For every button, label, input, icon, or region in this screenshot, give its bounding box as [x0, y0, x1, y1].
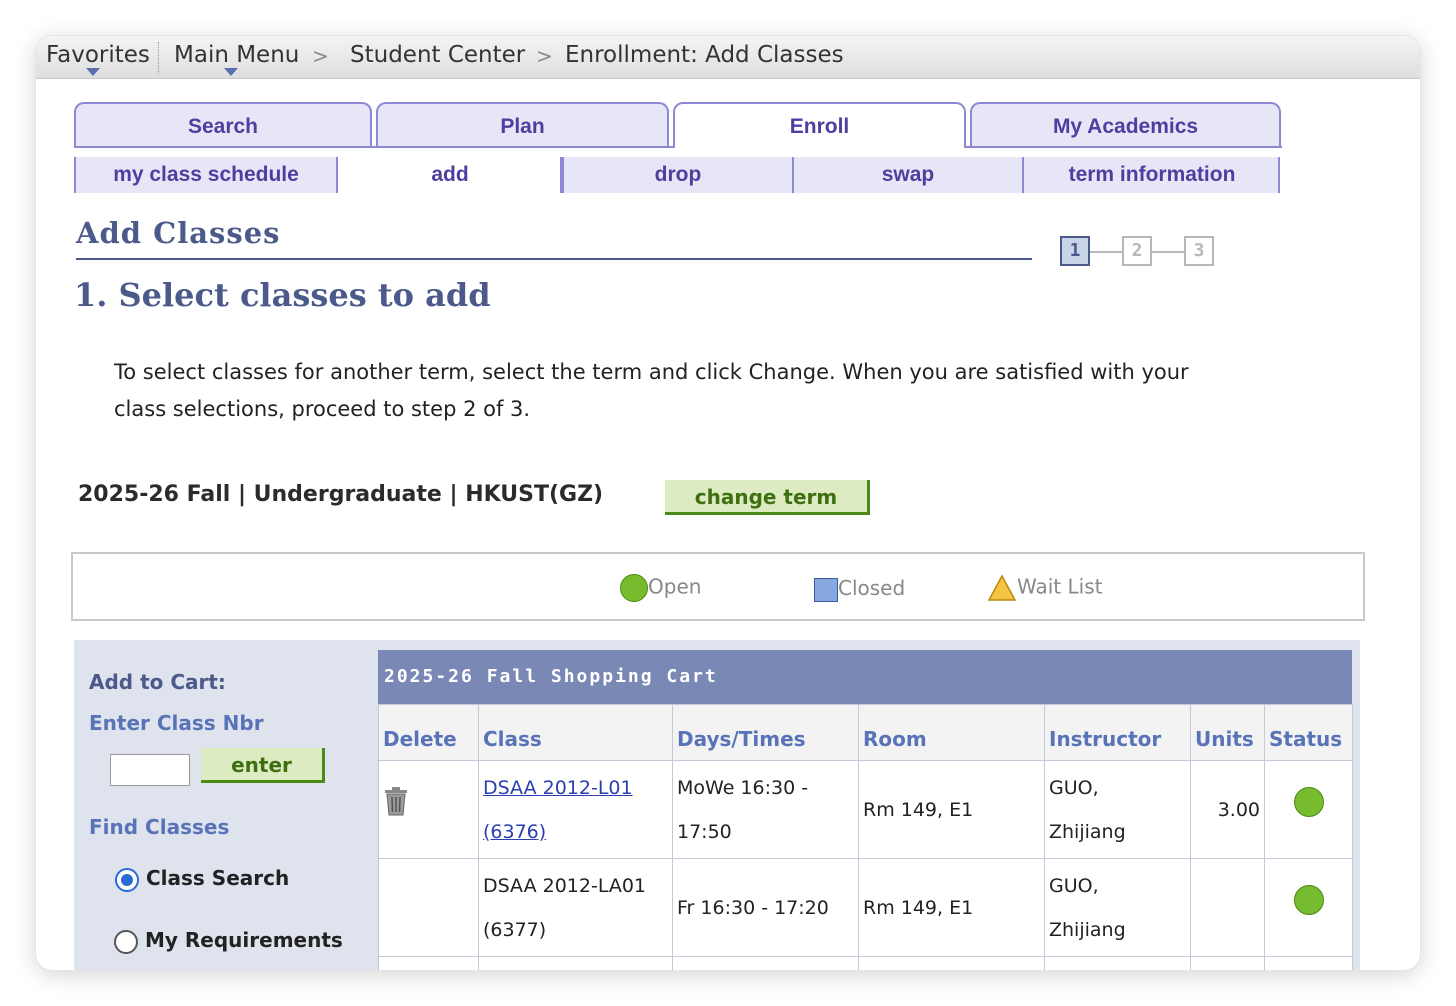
status-cell [1264, 760, 1353, 859]
legend-wait-list-label: Wait List [1017, 574, 1103, 599]
step-indicator-1: 1 [1060, 236, 1090, 266]
instructor-first-name: Zhijiang [1049, 918, 1126, 941]
units-cell [1190, 858, 1265, 957]
column-header-instructor: Instructor [1044, 704, 1191, 761]
shopping-cart-panel: 2025-26 Fall Shopping Cart Delete Class … [378, 640, 1360, 970]
instructor-first-name: Zhijiang [1049, 820, 1126, 843]
column-header-days-times: Days/Times [672, 704, 859, 761]
legend-closed-label: Closed [838, 576, 906, 600]
days-times-cell: MoWe 16:30 - 17:50 [672, 760, 859, 859]
breadcrumb-current-page: Enrollment: Add Classes [565, 42, 844, 68]
favorites-menu[interactable]: Favorites [46, 42, 150, 68]
column-header-status: Status [1264, 704, 1353, 761]
main-menu[interactable]: Main Menu [174, 42, 299, 68]
open-status-icon [1293, 884, 1324, 915]
breadcrumb-divider [158, 42, 159, 74]
my-requirements-label: My Requirements [145, 928, 343, 952]
class-search-label: Class Search [146, 866, 290, 890]
breadcrumb: Favorites Main Menu > Student Center > E… [36, 36, 1420, 79]
days-times-cell: Fr 16:30 - 17:20 [672, 858, 859, 957]
status-cell [1264, 858, 1353, 957]
tab-plan[interactable]: Plan [376, 102, 669, 147]
table-header-row: Delete Class Days/Times Room Instructor … [378, 704, 1353, 761]
subtab-my-class-schedule[interactable]: my class schedule [74, 157, 336, 193]
add-to-cart-heading: Add to Cart: [89, 670, 226, 694]
legend-open: Open [620, 574, 701, 602]
page-title: Add Classes [76, 216, 281, 250]
instructor-last-name: GUO, [1049, 776, 1099, 799]
instructor-cell: GUO, Zhijiang [1044, 760, 1191, 859]
breadcrumb-chevron-icon: > [536, 44, 553, 68]
favorites-dropdown-icon[interactable] [86, 68, 100, 76]
step-indicator-3: 3 [1184, 236, 1214, 266]
step-connector [1090, 251, 1122, 253]
current-term: 2025-26 Fall | Undergraduate | HKUST(GZ) [78, 482, 604, 507]
open-status-icon [1293, 786, 1324, 817]
status-legend: Open Closed Wait List [71, 552, 1365, 621]
room-cell: Rm 149, E1 [858, 760, 1045, 859]
add-to-cart-panel: Add to Cart: Enter Class Nbr enter Find … [74, 640, 378, 970]
shopping-cart-title: 2025-26 Fall Shopping Cart [378, 650, 1352, 704]
subtab-add[interactable]: add [336, 157, 562, 193]
column-header-class: Class [478, 704, 673, 761]
class-search-radio[interactable] [115, 868, 139, 892]
open-status-icon [620, 574, 648, 602]
wait-list-icon [987, 574, 1017, 601]
instructor-last-name: GUO, [1049, 874, 1099, 897]
breadcrumb-chevron-icon: > [312, 44, 329, 68]
my-requirements-radio[interactable] [114, 930, 138, 954]
breadcrumb-student-center[interactable]: Student Center [350, 42, 525, 68]
days-times-line: MoWe 16:30 - [677, 776, 809, 799]
instructions-text: To select classes for another term, sele… [114, 360, 1189, 421]
delete-cell [378, 760, 479, 859]
title-divider [76, 258, 1032, 260]
class-nbr: (6377) [483, 918, 547, 941]
step-indicator-2: 2 [1122, 236, 1152, 266]
browser-window: Favorites Main Menu > Student Center > E… [36, 36, 1420, 970]
class-code: DSAA 2012-L01 [483, 776, 633, 799]
closed-status-icon [814, 577, 838, 602]
instructor-cell: GUO, Zhijiang [1044, 858, 1191, 957]
class-cell: DSAA 2012-L01 (6376) [478, 760, 673, 859]
step-heading: 1. Select classes to add [74, 276, 491, 314]
table-row: DSAA 2012-L01 (6376) MoWe 16:30 - 17:50 Rm… [378, 760, 1353, 859]
units-cell: 3.00 [1190, 760, 1265, 859]
subtab-swap[interactable]: swap [792, 157, 1022, 193]
find-classes-heading: Find Classes [89, 815, 230, 839]
column-header-room: Room [858, 704, 1045, 761]
class-nbr-input[interactable] [110, 754, 190, 786]
subtab-drop[interactable]: drop [562, 157, 792, 193]
step-connector [1152, 251, 1184, 253]
legend-wait-list: Wait List [987, 574, 1102, 602]
tab-baseline [74, 146, 675, 148]
legend-open-label: Open [648, 574, 702, 599]
tab-search[interactable]: Search [74, 102, 372, 147]
enter-class-nbr-label: Enter Class Nbr [89, 711, 264, 735]
table-row [378, 956, 1353, 970]
table-row: DSAA 2012-LA01 (6377) Fr 16:30 - 17:20 Rm… [378, 858, 1353, 957]
legend-closed: Closed [814, 576, 905, 602]
class-link[interactable]: DSAA 2012-L01 (6376) [483, 777, 633, 843]
class-nbr: (6376) [483, 820, 547, 843]
shopping-cart-table: Delete Class Days/Times Room Instructor … [378, 704, 1353, 970]
tab-enroll[interactable]: Enroll [673, 102, 966, 147]
tab-baseline [964, 146, 1282, 148]
tab-my-academics[interactable]: My Academics [970, 102, 1281, 147]
enter-button[interactable]: enter [201, 748, 325, 783]
main-menu-dropdown-icon[interactable] [224, 68, 238, 76]
column-header-delete: Delete [378, 704, 479, 761]
class-code: DSAA 2012-LA01 [483, 874, 647, 897]
room-cell: Rm 149, E1 [858, 858, 1045, 957]
days-times-line: 17:50 [677, 820, 732, 843]
class-cell: DSAA 2012-LA01 (6377) [478, 858, 673, 957]
subtab-term-information[interactable]: term information [1022, 157, 1280, 193]
change-term-button[interactable]: change term [665, 480, 870, 515]
delete-cell [378, 858, 479, 957]
column-header-units: Units [1190, 704, 1265, 761]
trash-icon[interactable] [383, 785, 409, 817]
